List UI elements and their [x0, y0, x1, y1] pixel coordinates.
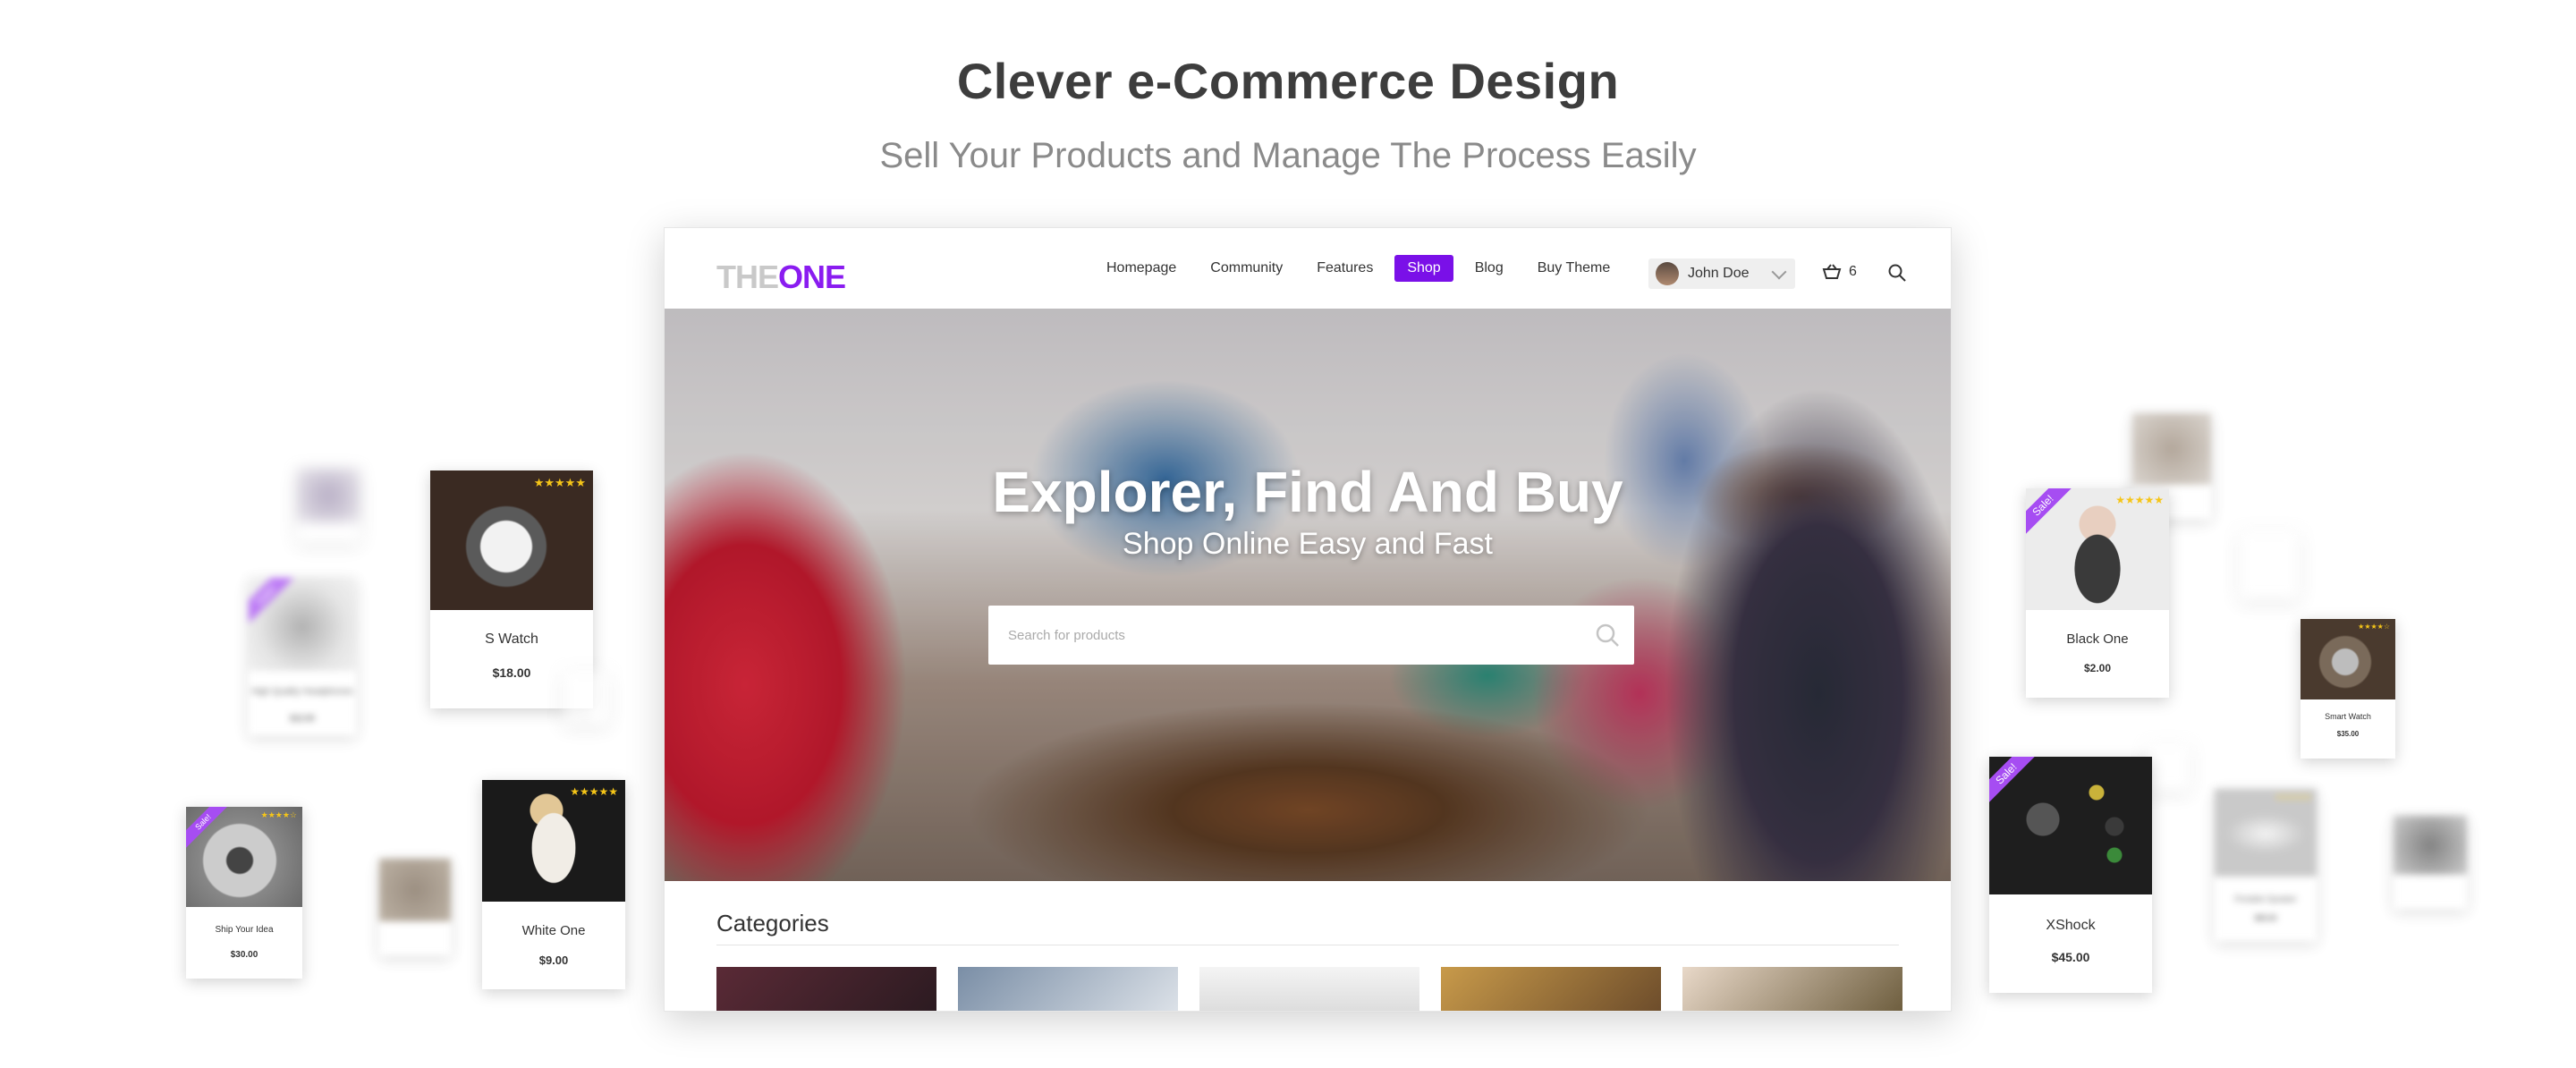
categories-heading: Categories [716, 910, 829, 937]
product-card-ship-your-idea[interactable]: Sale! ★★★★☆ Ship Your Idea $30.00 [186, 807, 302, 979]
avatar [1656, 262, 1679, 285]
product-card-white-one[interactable]: ★★★★★ White One $9.00 [482, 780, 625, 989]
product-image [2301, 619, 2395, 699]
page-subline: Sell Your Products and Manage The Proces… [879, 136, 1697, 175]
rating-stars: ★★★★★ [533, 476, 586, 489]
hero-subtitle: Shop Online Easy and Fast [1123, 527, 1493, 561]
product-price: $35.00 [2336, 730, 2360, 738]
hero-title: Explorer, Find And Buy [992, 460, 1623, 524]
product-price: $30.00 [230, 950, 258, 960]
nav-buy-theme[interactable]: Buy Theme [1525, 255, 1623, 282]
product-price: $9.00 [538, 954, 569, 967]
product-name: White One [521, 923, 586, 938]
category-thumbnail[interactable] [958, 967, 1178, 1011]
product-card-portable-speaker[interactable]: ★★★★★ Portable Speaker $65.00 [2215, 789, 2317, 941]
nav-shop[interactable]: Shop [1394, 255, 1453, 282]
product-price: $12.00 [290, 714, 315, 723]
user-name: John Doe [1688, 266, 1750, 281]
search-icon[interactable] [1595, 623, 1620, 652]
product-card-blurred[interactable] [297, 469, 360, 542]
product-name: High Quality Headphones [251, 687, 353, 697]
logo-part-the: THE [716, 259, 779, 295]
category-thumbnail[interactable] [716, 967, 936, 1011]
category-thumbnail[interactable] [1441, 967, 1661, 1011]
page-headline: Clever e-Commerce Design [956, 53, 1620, 109]
category-thumbnail[interactable] [1199, 967, 1419, 1011]
category-thumbnail[interactable] [1682, 967, 1902, 1011]
logo-part-one: ONE [778, 259, 846, 295]
header-search-button[interactable] [1888, 264, 1906, 286]
product-image [430, 470, 593, 610]
product-image [482, 780, 625, 902]
product-name: S Watch [485, 631, 538, 647]
site-logo[interactable]: THEONE [716, 259, 846, 296]
product-price: $65.00 [2254, 914, 2277, 922]
product-image [2132, 413, 2211, 485]
nav-homepage[interactable]: Homepage [1094, 255, 1189, 282]
chevron-down-icon [1771, 264, 1787, 280]
product-card-blurred[interactable] [379, 859, 451, 955]
product-name: XShock [2046, 918, 2096, 933]
hero-search-box [988, 606, 1634, 665]
product-image [2394, 816, 2467, 875]
product-price: $45.00 [2051, 950, 2090, 964]
product-card-blurred[interactable] [2147, 744, 2190, 791]
product-name: Smart Watch [2325, 712, 2371, 721]
product-search-input[interactable] [988, 606, 1580, 665]
hero-overlay [665, 309, 1951, 881]
nav-features[interactable]: Features [1304, 255, 1385, 282]
search-icon [1888, 264, 1906, 282]
product-card-blurred[interactable] [564, 671, 608, 725]
product-price: $2.00 [2083, 662, 2112, 674]
cart-button[interactable]: 6 [1822, 264, 1857, 280]
product-name: Portable Speaker [2234, 894, 2297, 903]
rating-stars: ★★★★☆ [2358, 623, 2390, 631]
product-card-headphones[interactable]: Sale! High Quality Headphones $12.00 [249, 578, 356, 735]
product-name: Black One [2066, 631, 2129, 647]
rating-stars: ★★★★★ [570, 785, 618, 798]
nav-blog[interactable]: Blog [1462, 255, 1516, 282]
product-card-xshock[interactable]: Sale! XShock $45.00 [1989, 757, 2152, 993]
basket-icon [1822, 264, 1842, 279]
nav-community[interactable]: Community [1198, 255, 1295, 282]
website-preview: THEONE Homepage Community Features Shop … [664, 227, 1952, 1012]
rating-stars: ★★★★☆ [260, 810, 297, 819]
product-card-smart-watch[interactable]: ★★★★☆ Smart Watch $35.00 [2301, 619, 2395, 759]
hero-banner: Explorer, Find And Buy Shop Online Easy … [665, 309, 1951, 881]
rating-stars: ★★★★★ [2115, 494, 2164, 506]
user-menu[interactable]: John Doe [1648, 259, 1795, 289]
product-card-blurred[interactable] [2240, 531, 2299, 599]
product-image [379, 859, 451, 921]
main-nav: Homepage Community Features Shop Blog Bu… [1094, 255, 1623, 282]
product-name: Ship Your Idea [215, 925, 274, 935]
product-card-black-one[interactable]: Sale! ★★★★★ Black One $2.00 [2026, 488, 2169, 698]
rating-stars: ★★★★★ [2275, 793, 2311, 801]
site-navbar: THEONE Homepage Community Features Shop … [665, 228, 1951, 309]
cart-count: 6 [1849, 264, 1857, 279]
product-card-blurred[interactable] [2394, 816, 2467, 909]
product-image [297, 469, 360, 522]
